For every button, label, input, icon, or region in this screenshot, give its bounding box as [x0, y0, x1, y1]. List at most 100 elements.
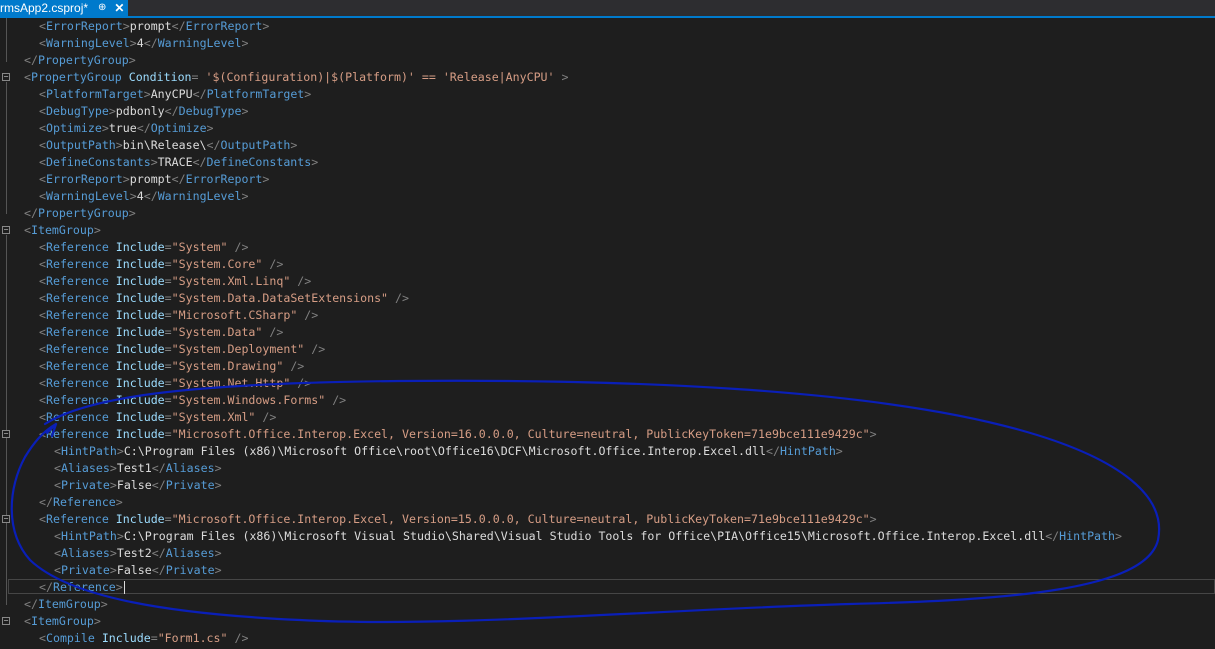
code-token: DefineConstants [206, 155, 312, 169]
code-line[interactable]: <Optimize>true</Optimize> [39, 120, 214, 137]
code-token: "System" [171, 240, 228, 254]
code-line[interactable]: <DefineConstants>TRACE</DefineConstants> [39, 154, 318, 171]
code-token: < [54, 563, 61, 577]
code-line[interactable]: <WarningLevel>4</WarningLevel> [39, 35, 248, 52]
fold-rail [6, 82, 7, 214]
code-token: </ [171, 172, 186, 186]
code-line[interactable]: <PlatformTarget>AnyCPU</PlatformTarget> [39, 86, 311, 103]
pin-icon[interactable]: ⊕ [98, 0, 106, 16]
code-line[interactable]: <Aliases>Test2</Aliases> [54, 545, 222, 562]
code-token: Test2 [116, 546, 152, 560]
code-token: > [241, 104, 249, 118]
collapse-icon[interactable]: − [2, 73, 10, 81]
code-token: > [122, 19, 130, 33]
code-token: > [109, 461, 117, 475]
code-token: /> [304, 342, 326, 356]
code-token: Reference [45, 376, 116, 390]
code-token: Reference [45, 393, 116, 407]
code-token: HintPath [1059, 529, 1115, 543]
code-line[interactable]: <Reference Include="System.Core" /> [39, 256, 283, 273]
code-token: > [241, 189, 249, 203]
code-line[interactable]: <Reference Include="System.Data" /> [39, 324, 283, 341]
code-token: </ [151, 563, 166, 577]
collapse-icon[interactable]: − [2, 617, 10, 625]
code-token: Reference [45, 257, 116, 271]
code-line[interactable]: <ItemGroup> [24, 222, 101, 239]
code-line[interactable]: <Reference Include="System.Data.DataSetE… [39, 290, 409, 307]
code-token: > [206, 121, 214, 135]
code-token: > [241, 36, 249, 50]
code-line[interactable]: <Reference Include="System" /> [39, 239, 248, 256]
code-line[interactable]: </PropertyGroup> [24, 52, 136, 69]
fold-rail [6, 18, 7, 62]
code-line[interactable]: <HintPath>C:\Program Files (x86)\Microso… [54, 443, 843, 460]
collapse-icon[interactable]: − [2, 430, 10, 438]
code-line[interactable]: </ItemGroup> [24, 596, 108, 613]
code-line[interactable]: <Private>False</Private> [54, 562, 222, 579]
code-line[interactable]: <Reference Include="System.Windows.Forms… [39, 392, 346, 409]
code-line[interactable]: <Reference Include="System.Deployment" /… [39, 341, 325, 358]
code-token: 4 [136, 36, 144, 50]
code-line[interactable]: <Reference Include="Microsoft.Office.Int… [39, 426, 877, 443]
collapse-icon[interactable]: − [2, 515, 10, 523]
code-token: "Form1.cs" [157, 631, 228, 645]
code-line[interactable]: <HintPath>C:\Program Files (x86)\Microso… [54, 528, 1122, 545]
code-token: Reference [45, 274, 116, 288]
code-token: Aliases [165, 546, 215, 560]
code-token: < [54, 461, 61, 475]
code-line[interactable]: <Reference Include="System.Xml.Linq" /> [39, 273, 311, 290]
code-token: /> [388, 291, 409, 305]
code-line[interactable]: </Reference> [39, 494, 123, 511]
code-line[interactable]: <Compile Include="Form1.cs" /> [39, 630, 248, 647]
code-token: Include [115, 512, 165, 526]
code-line[interactable]: <Private>False</Private> [54, 477, 222, 494]
code-token: < [24, 70, 31, 84]
code-token: </ [136, 121, 151, 135]
code-token: Reference [45, 308, 116, 322]
code-token: False [116, 478, 152, 492]
code-token: Private [60, 563, 110, 577]
code-line[interactable]: <DebugType>pdbonly</DebugType> [39, 103, 248, 120]
code-token: < [39, 240, 46, 254]
code-token: < [54, 529, 61, 543]
code-token: < [24, 614, 31, 628]
code-token: = [164, 274, 172, 288]
code-line[interactable]: <Aliases>Test1</Aliases> [54, 460, 222, 477]
code-token: Include [115, 393, 165, 407]
code-line[interactable]: <Reference Include="System.Net.Http" /> [39, 375, 311, 392]
code-token: Include [115, 240, 165, 254]
code-token: < [39, 359, 46, 373]
code-line[interactable]: <ErrorReport>prompt</ErrorReport> [39, 171, 269, 188]
code-token: /> [297, 308, 319, 322]
code-token: "System.Xml" [171, 410, 256, 424]
close-icon[interactable]: ✕ [114, 0, 124, 16]
code-token: < [39, 155, 46, 169]
code-token: Reference [45, 325, 116, 339]
code-token: OutputPath [45, 138, 116, 152]
collapse-icon[interactable]: − [2, 226, 10, 234]
code-token: </ [151, 478, 166, 492]
code-line[interactable]: <Reference Include="System.Drawing" /> [39, 358, 304, 375]
code-token: < [39, 19, 46, 33]
code-token: ItemGroup [30, 223, 94, 237]
code-line[interactable]: <Reference Include="System.Xml" /> [39, 409, 276, 426]
code-line[interactable]: <OutputPath>bin\Release\</OutputPath> [39, 137, 297, 154]
code-token: "System.Drawing" [171, 359, 284, 373]
code-line[interactable]: </PropertyGroup> [24, 205, 136, 222]
code-line[interactable]: <PropertyGroup Condition= '$(Configurati… [24, 69, 568, 86]
code-line[interactable]: <WarningLevel>4</WarningLevel> [39, 188, 248, 205]
code-token: < [39, 104, 46, 118]
code-token: Include [115, 257, 165, 271]
code-token: 4 [136, 189, 144, 203]
code-line[interactable]: <ErrorReport>prompt</ErrorReport> [39, 18, 269, 35]
code-token: < [39, 410, 46, 424]
document-tab[interactable]: rmsApp2.csproj* ⊕ ✕ [0, 0, 129, 16]
code-line[interactable]: <Reference Include="Microsoft.CSharp" /> [39, 307, 318, 324]
code-token: < [54, 546, 61, 560]
code-line[interactable]: <Reference Include="Microsoft.Office.Int… [39, 511, 877, 528]
code-line[interactable]: </Reference> [39, 579, 123, 596]
code-token: Include [115, 376, 165, 390]
code-editor[interactable]: − − − − − <ErrorReport>prompt</ErrorRepo… [0, 18, 1215, 649]
code-line[interactable]: <ItemGroup> [24, 613, 101, 630]
code-token: Aliases [60, 546, 110, 560]
